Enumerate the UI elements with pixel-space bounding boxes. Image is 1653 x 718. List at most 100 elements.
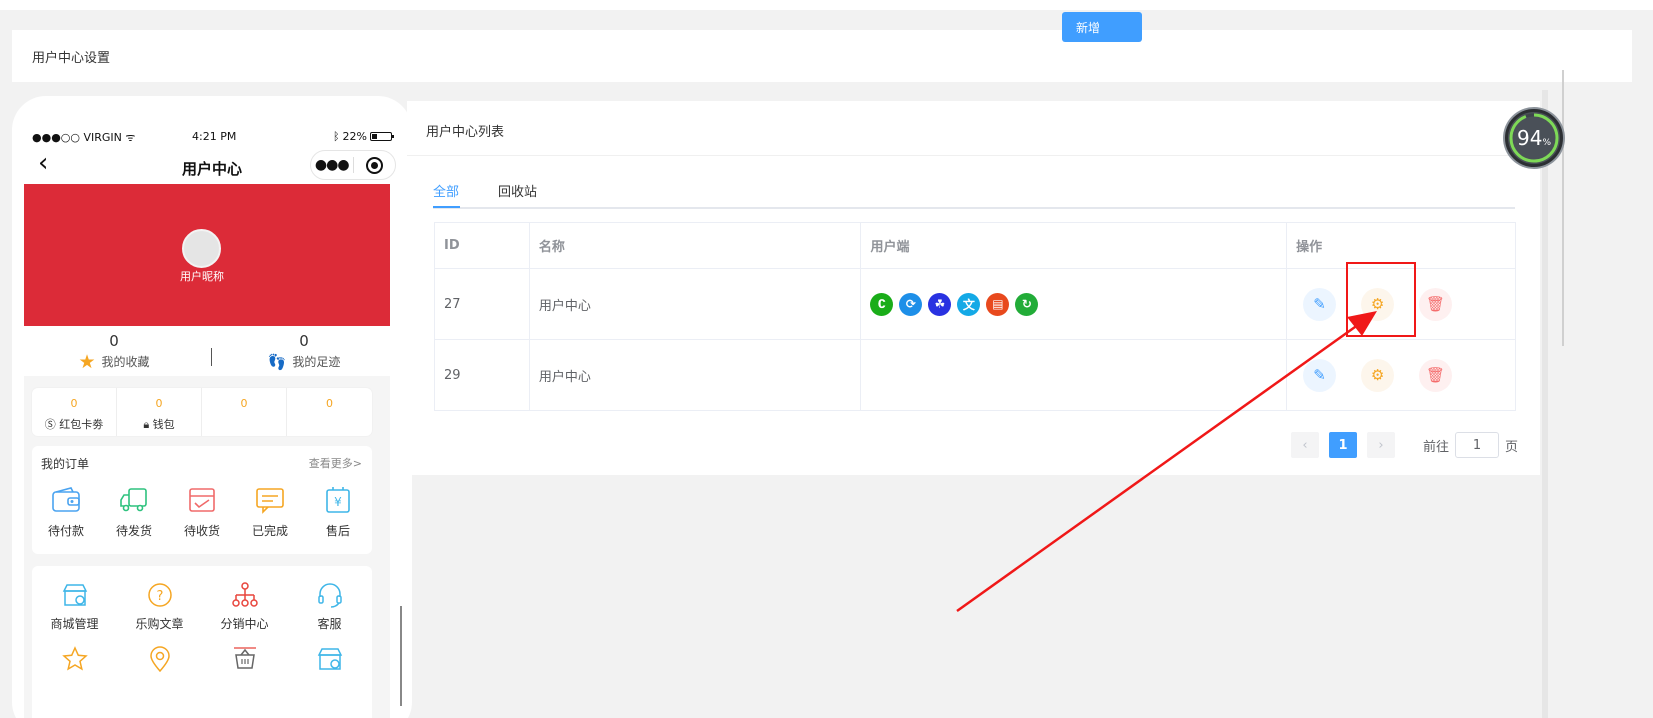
table-row: 29 用户中心 ✎ ⚙ 🗑︎	[434, 339, 1516, 411]
footprint-icon: 👣	[267, 352, 287, 371]
more-icon[interactable]: ●●●	[311, 157, 353, 173]
order-label-after-sales: 售后	[325, 524, 350, 538]
close-miniapp-button[interactable]	[353, 156, 395, 174]
svg-text:?: ?	[156, 589, 163, 604]
panel-header: 用户中心列表	[407, 101, 1540, 156]
panel-title: 用户中心列表	[426, 125, 505, 140]
chevron-right-icon: ›	[1378, 437, 1384, 453]
package-icon	[189, 488, 215, 512]
alipay-icon: ⟳	[899, 292, 923, 316]
miniapp-capsule: ●●●	[310, 150, 396, 180]
page-title: 用户中心设置	[32, 51, 111, 66]
tool-customer-service[interactable]: 客服	[287, 582, 372, 632]
order-label-pending-receipt: 待收货	[183, 524, 220, 538]
wallet-slot-4[interactable]: 0	[287, 388, 372, 436]
row-clients: ∁ ⟳ ☘ 文 ▤ ↻	[860, 268, 1288, 340]
stat-footprints[interactable]: 0 👣 我的足迹	[214, 332, 394, 370]
tool-label-distribution: 分销中心	[220, 617, 269, 631]
phone-scrollbar[interactable]	[400, 606, 402, 706]
h5-icon: ▤	[986, 292, 1010, 316]
purse-label: 钱包	[152, 418, 175, 431]
edit-button[interactable]: ✎	[1303, 287, 1337, 321]
order-pending-receipt[interactable]: 待收货	[168, 486, 236, 539]
row-id: 29	[434, 339, 530, 411]
status-time: 4:21 PM	[192, 130, 237, 143]
tool-label-articles: 乐购文章	[135, 617, 184, 631]
location-icon	[149, 646, 170, 673]
wallet-slot-3[interactable]: 0	[202, 388, 287, 436]
order-pending-payment[interactable]: 待付款	[32, 486, 100, 539]
stat-favorites[interactable]: 0 ★ 我的收藏	[24, 332, 204, 373]
tool-address[interactable]	[117, 646, 202, 676]
gauge-unit: %	[1542, 138, 1551, 148]
top-bar	[0, 0, 1653, 10]
tool-articles[interactable]: ? 乐购文章	[117, 582, 202, 632]
col-name: 名称	[528, 222, 862, 269]
tab-recycle-bin[interactable]: 回收站	[498, 181, 537, 200]
battery-icon	[370, 132, 394, 141]
wallet-icon	[52, 487, 80, 512]
tool-distribution[interactable]: 分销中心	[202, 582, 287, 632]
goto-label: 前往	[1423, 439, 1450, 455]
gauge-value: 94	[1516, 126, 1543, 150]
settings-button[interactable]: ⚙	[1361, 358, 1395, 392]
order-label-completed: 已完成	[251, 524, 288, 538]
goto-page-input[interactable]	[1455, 432, 1500, 458]
orders-more-link[interactable]: 查看更多>	[309, 455, 362, 471]
goto-suffix: 页	[1505, 439, 1519, 455]
favorites-count: 0	[109, 332, 119, 350]
target-icon	[365, 156, 383, 174]
tab-bar: 全部 回收站	[433, 171, 1515, 209]
shop-icon	[62, 584, 87, 606]
bluetooth-icon: ᛒ	[332, 130, 340, 143]
nickname: 用户昵称	[180, 270, 224, 283]
row-name: 用户中心	[528, 339, 862, 411]
tool-shop-manage[interactable]: 商城管理	[32, 582, 117, 632]
next-page-button[interactable]: ›	[1367, 432, 1395, 458]
delete-button[interactable]: 🗑︎	[1419, 358, 1453, 392]
edit-button[interactable]: ✎	[1303, 358, 1337, 392]
add-button[interactable]: 新增	[1062, 12, 1142, 42]
star-icon: ★	[78, 350, 96, 373]
battery-percent: 22%	[342, 130, 367, 143]
order-after-sales[interactable]: ¥ 售后	[304, 486, 372, 539]
headset-icon	[317, 583, 342, 608]
phone-preview: ●●●○○ VIRGIN ᯤ 4:21 PM ᛒ 22% ‹ 用户中心 ●●● …	[12, 96, 412, 718]
trash-icon: 🗑︎	[1426, 366, 1446, 384]
wallet-purse[interactable]: 0 🔒︎ 钱包	[117, 388, 202, 436]
page-1-button[interactable]: 1	[1329, 432, 1357, 458]
wechat-miniapp-icon: ∁	[870, 292, 894, 316]
tool-basket[interactable]	[202, 646, 287, 676]
baidu-icon: ☘	[928, 292, 952, 316]
basket-icon	[233, 647, 256, 669]
row-clients	[860, 339, 1288, 411]
profile-stats: 0 ★ 我的收藏 0 👣 我的足迹	[24, 332, 390, 380]
avatar	[182, 229, 221, 268]
delete-button[interactable]: 🗑︎	[1419, 287, 1453, 321]
performance-gauge[interactable]: 94%	[1505, 109, 1563, 167]
page-scrollbar[interactable]	[1542, 90, 1548, 718]
order-completed[interactable]: 已完成	[236, 486, 304, 539]
col-clients: 用户端	[860, 222, 1288, 269]
tool-store-settings[interactable]	[287, 646, 372, 676]
tool-favorites[interactable]	[32, 646, 117, 676]
col-id: ID	[434, 222, 530, 269]
footprints-count: 0	[299, 332, 309, 350]
favorites-label: 我的收藏	[101, 355, 150, 369]
wallet-4-count: 0	[326, 397, 333, 410]
row-name: 用户中心	[528, 268, 862, 340]
orders-card: 我的订单 查看更多> 待付款 待发货 待收货 已完成 ¥ 售后	[32, 446, 372, 554]
order-pending-shipment[interactable]: 待发货	[100, 486, 168, 539]
prev-page-button[interactable]: ‹	[1291, 432, 1319, 458]
row-actions: ✎ ⚙ 🗑︎	[1286, 339, 1516, 411]
lock-icon: 🔒︎	[143, 418, 153, 431]
refund-icon: ¥	[326, 487, 350, 513]
tool-label-customer-service: 客服	[317, 617, 342, 631]
pencil-icon: ✎	[1313, 295, 1326, 313]
coupons-label: 红包卡劵	[59, 418, 104, 431]
wallet-coupons[interactable]: 0 Ⓢ 红包卡劵	[32, 388, 117, 436]
truck-icon	[120, 488, 147, 512]
tab-all[interactable]: 全部	[433, 181, 459, 200]
phone-nav-bar: ‹ 用户中心 ●●●	[24, 148, 400, 182]
side-drawer-edge	[1562, 70, 1568, 346]
